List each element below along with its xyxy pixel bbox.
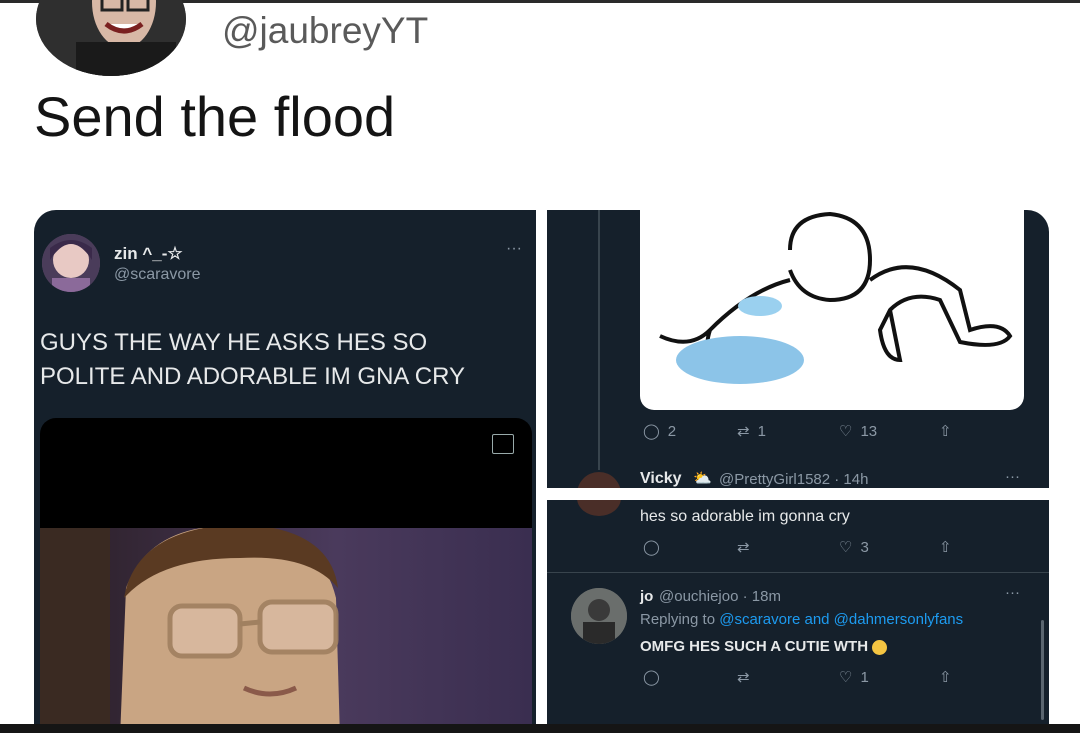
reply-handle-time[interactable]: @PrettyGirl1582 · 14h [719, 471, 868, 488]
screenshot-right-top: ◯ 2 ⇄ 1 ♡ 13 ⇧ Vicky ⛅ @PrettyGirl1582 · 14… [547, 210, 1049, 488]
replying-prefix: Replying to [640, 611, 716, 628]
reply-action[interactable]: ◯ [643, 538, 660, 556]
retweet-icon: ⇄ [737, 669, 750, 686]
reply-text: OMFG HES SUCH A CUTIE WTH [640, 638, 888, 655]
post-text: GUYS THE WAY HE ASKS HES SO POLITE AND A… [40, 326, 465, 394]
reply-icon: ◯ [643, 669, 660, 686]
avatar[interactable] [577, 500, 621, 516]
display-name[interactable]: zin ^_-☆ [114, 244, 183, 264]
more-icon[interactable]: ··· [1005, 468, 1020, 485]
like-action[interactable]: ♡ 3 [839, 538, 869, 557]
like-count: 13 [860, 422, 878, 440]
drawing-image [640, 210, 1024, 410]
reply-text-content: OMFG HES SUCH A CUTIE WTH [640, 638, 869, 655]
like-action[interactable]: ♡ 1 [839, 668, 869, 687]
avatar[interactable] [571, 588, 627, 644]
more-icon[interactable]: ··· [506, 240, 522, 258]
retweet-action[interactable]: ⇄ [737, 538, 750, 556]
share-icon: ⇧ [939, 539, 952, 556]
reply-name[interactable]: Vicky [640, 470, 682, 488]
reply-action[interactable]: ◯ 2 [643, 422, 677, 441]
share-action[interactable]: ⇧ [939, 422, 952, 440]
thread-line [598, 210, 600, 470]
heart-icon: ♡ [839, 539, 853, 556]
crying-emoji-icon [872, 639, 888, 655]
tweet-text: Send the flood [34, 85, 396, 148]
tweet-handle[interactable]: @jaubreyYT [222, 10, 428, 52]
reply-icon: ◯ [643, 539, 660, 556]
reply-count: 2 [667, 422, 677, 440]
heart-icon: ♡ [839, 669, 853, 686]
replying-mentions[interactable]: @scaravore and @dahmersonlyfans [719, 611, 963, 628]
post-text-line: POLITE AND ADORABLE IM GNA CRY [40, 363, 466, 390]
reply-action[interactable]: ◯ [643, 668, 660, 686]
share-action[interactable]: ⇧ [939, 668, 952, 686]
reply-icon: ◯ [643, 423, 660, 440]
share-icon: ⇧ [939, 423, 952, 440]
share-icon: ⇧ [939, 669, 952, 686]
retweet-action[interactable]: ⇄ 1 [737, 422, 766, 441]
captions-icon[interactable] [492, 434, 514, 454]
like-count: 1 [860, 668, 869, 686]
post-text-line: GUYS THE WAY HE ASKS HES SO [40, 329, 428, 356]
divider [547, 572, 1049, 573]
sun-emoji-icon: ⛅ [693, 470, 712, 487]
avatar[interactable] [577, 472, 621, 488]
share-action[interactable]: ⇧ [939, 538, 952, 556]
reply-handle-time[interactable]: @ouchiejoo · 18m [659, 588, 781, 605]
screenshot-right-bottom: hes so adorable im gonna cry ◯ ⇄ ♡ 3 ⇧ jo… [547, 500, 1049, 726]
handle[interactable]: @scaravore [114, 266, 201, 284]
bottom-bar [0, 724, 1080, 733]
reply-name[interactable]: jo [640, 588, 653, 605]
retweet-action[interactable]: ⇄ [737, 668, 750, 686]
like-count: 3 [860, 538, 869, 556]
video-player[interactable] [40, 418, 532, 726]
avatar[interactable] [36, 0, 186, 76]
reply-text: hes so adorable im gonna cry [640, 508, 850, 525]
more-icon[interactable]: ··· [1005, 584, 1020, 601]
screenshot-left: zin ^_-☆ @scaravore ··· GUYS THE WAY HE … [34, 210, 536, 726]
retweet-icon: ⇄ [737, 423, 750, 440]
retweet-icon: ⇄ [737, 539, 750, 556]
heart-icon: ♡ [839, 423, 853, 440]
retweet-count: 1 [757, 422, 766, 440]
scrollbar[interactable] [1041, 620, 1044, 720]
replying-to: Replying to @scaravore and @dahmersonlyf… [640, 611, 963, 628]
like-action[interactable]: ♡ 13 [839, 422, 878, 441]
avatar[interactable] [42, 234, 100, 292]
